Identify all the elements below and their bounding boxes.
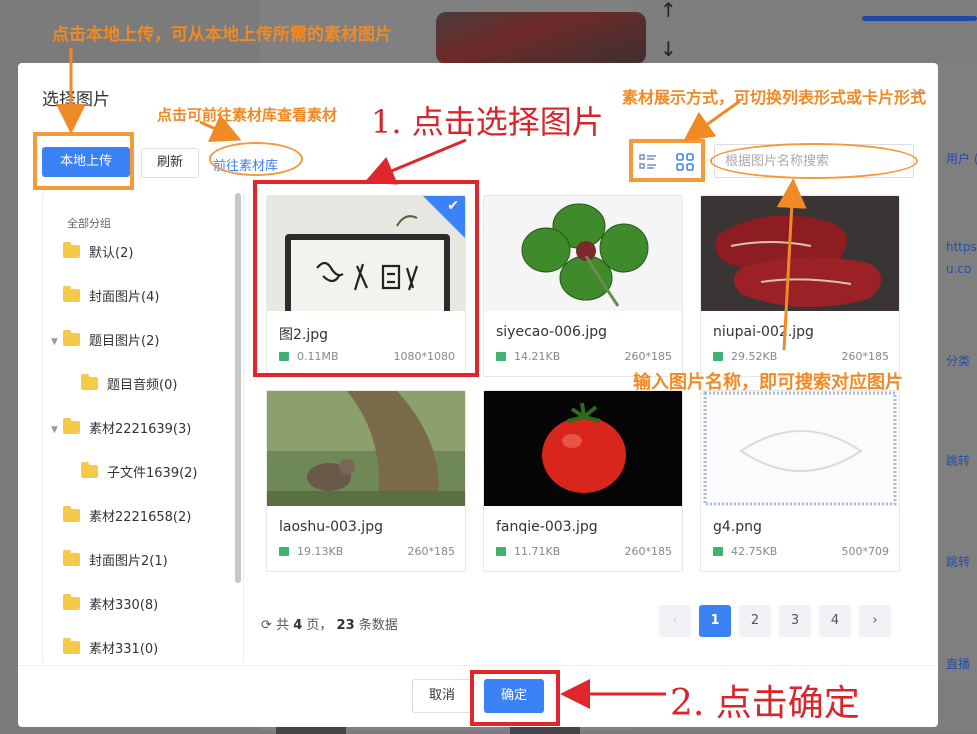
annotation-arrows: [56, 48, 807, 709]
